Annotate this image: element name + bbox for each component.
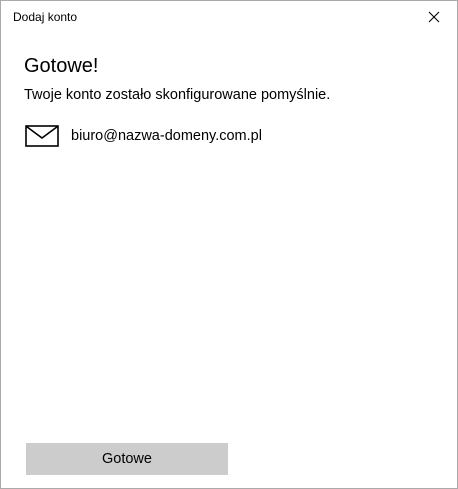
page-title: Gotowe! bbox=[24, 55, 99, 77]
close-button[interactable] bbox=[411, 1, 457, 32]
success-message: Twoje konto zostało skonfigurowane pomyś… bbox=[24, 87, 331, 103]
title-bar: Dodaj konto bbox=[1, 1, 457, 32]
dialog-window: Dodaj konto Gotowe! Twoje konto zostało … bbox=[0, 0, 458, 489]
window-title: Dodaj konto bbox=[13, 10, 78, 24]
done-button[interactable]: Gotowe bbox=[26, 443, 228, 475]
close-icon bbox=[428, 11, 440, 22]
account-email: biuro@nazwa-domeny.com.pl bbox=[71, 128, 262, 144]
account-item: biuro@nazwa-domeny.com.pl bbox=[25, 124, 262, 148]
mail-icon bbox=[25, 125, 59, 147]
